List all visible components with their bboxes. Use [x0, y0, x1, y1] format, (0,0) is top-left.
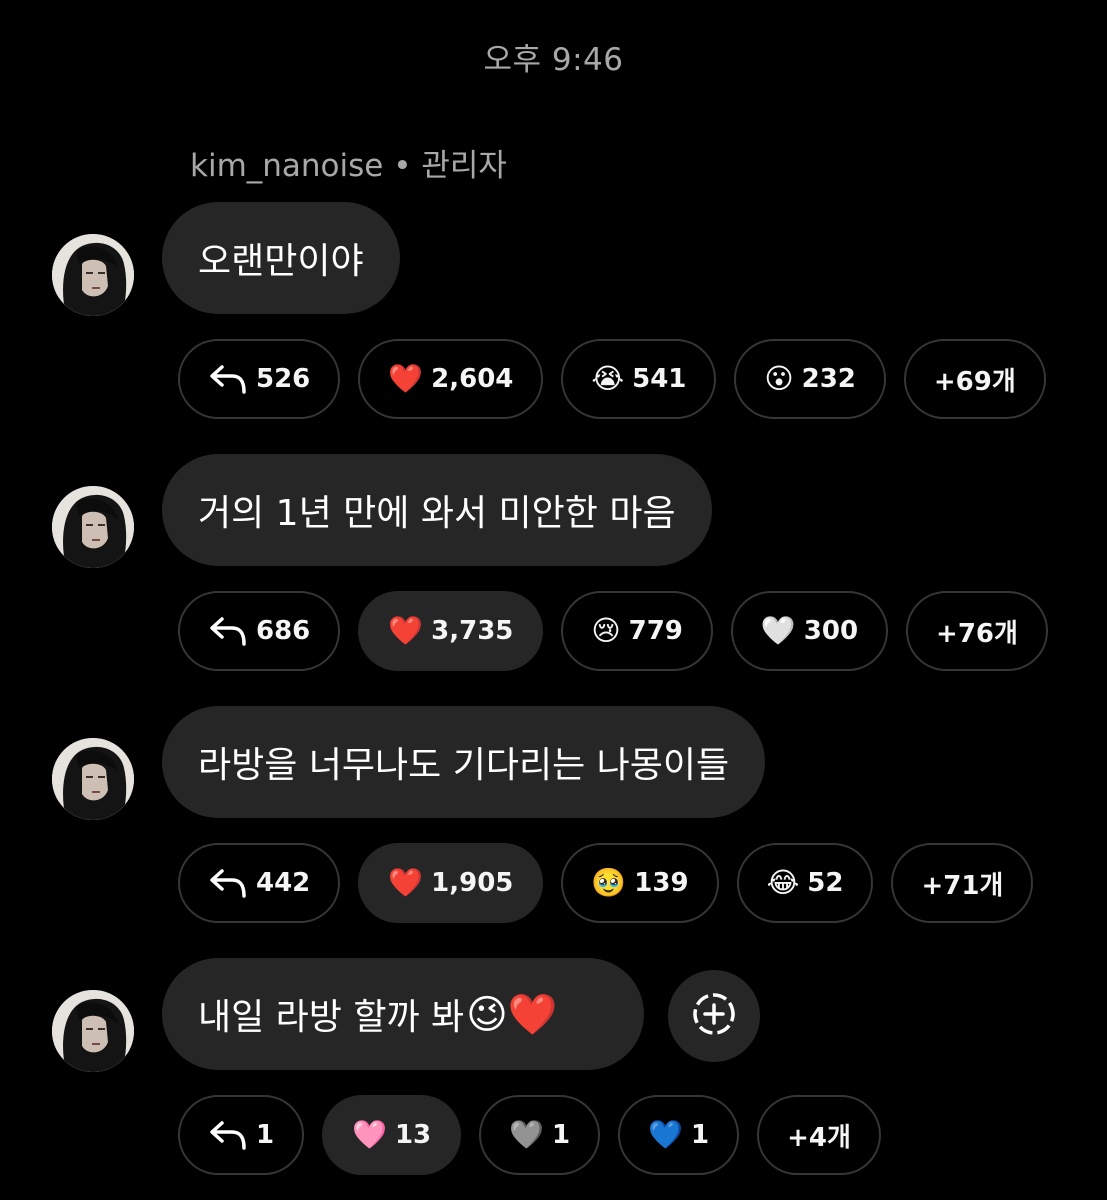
reaction-count: 232 [801, 364, 856, 394]
tears-of-joy-icon: 😂 [766, 866, 800, 899]
white-heart-icon: 🤍 [760, 614, 796, 647]
reply-arrow-icon [208, 615, 248, 647]
message-bubble[interactable]: 거의 1년 만에 와서 미안한 마음 [162, 454, 712, 566]
reaction-count: 1 [691, 1120, 710, 1150]
reaction-count: 139 [634, 868, 689, 898]
add-reaction-icon [690, 990, 738, 1042]
reply-arrow-icon [208, 1119, 248, 1151]
blue-heart-icon: 💙 [648, 1118, 683, 1151]
reaction-count: 2,604 [431, 364, 514, 394]
more-reactions-count: +4개 [787, 1122, 851, 1153]
avatar[interactable] [52, 990, 134, 1072]
avatar[interactable] [52, 486, 134, 568]
reaction-bar: 686 ❤️ 3,735 😢 779 🤍 300 +76개 [178, 591, 1048, 671]
more-reactions-count: +76개 [936, 618, 1018, 649]
reaction-count: 1 [552, 1120, 571, 1150]
reaction-bar: 1 🩷 13 🩶 1 💙 1 +4개 [178, 1095, 881, 1175]
reaction-count: 541 [632, 364, 687, 394]
message-text: 라방을 너무나도 기다리는 나몽이들 [198, 745, 730, 786]
reply-arrow-icon [208, 363, 248, 395]
reaction-white-heart[interactable]: 🤍 300 [730, 591, 889, 671]
reaction-count: 52 [807, 868, 844, 898]
message-row: 라방을 너무나도 기다리는 나몽이들 442 ❤️ 1,905 🥹 139 😂 … [0, 706, 1107, 946]
reaction-sad[interactable]: 😢 779 [561, 591, 713, 671]
message-text: 오랜만이야 [198, 241, 364, 282]
open-mouth-face-icon: 😮 [764, 362, 794, 395]
sender-separator: • [393, 148, 412, 184]
reaction-heart[interactable]: ❤️ 2,604 [358, 339, 544, 419]
message-row: 거의 1년 만에 와서 미안한 마음 686 ❤️ 3,735 😢 779 🤍 … [0, 454, 1107, 694]
reply-count-button[interactable]: 1 [178, 1095, 305, 1175]
holding-back-tears-icon: 🥹 [591, 866, 627, 899]
reaction-surprised[interactable]: 😮 232 [734, 339, 886, 419]
sender-header: kim_nanoise • 관리자 [190, 140, 507, 185]
reaction-bar: 442 ❤️ 1,905 🥹 139 😂 52 +71개 [178, 843, 1034, 923]
sender-role: 관리자 [421, 148, 507, 184]
message-row: 내일 라방 할까 봐 😉❤️ 1 🩷 13 🩶 1 💙 1 +4개 [0, 958, 1107, 1198]
reply-count: 442 [256, 868, 311, 898]
crying-face-icon: 😢 [591, 614, 621, 647]
more-reactions-button[interactable]: +69개 [903, 339, 1046, 419]
message-text: 거의 1년 만에 와서 미안한 마음 [198, 493, 676, 534]
timestamp: 오후 9:46 [483, 42, 624, 78]
message-bubble[interactable]: 내일 라방 할까 봐 😉❤️ [162, 958, 644, 1070]
reaction-count: 300 [803, 616, 859, 646]
reaction-count: 13 [394, 1120, 432, 1150]
message-text: 내일 라방 할까 봐 [198, 997, 465, 1038]
message-bubble[interactable]: 오랜만이야 [162, 202, 400, 314]
more-reactions-button[interactable]: +76개 [906, 591, 1048, 671]
reaction-heart[interactable]: ❤️ 1,905 [358, 843, 544, 923]
red-heart-icon: ❤️ [388, 866, 424, 899]
reply-count: 686 [256, 616, 311, 646]
more-reactions-count: +71개 [921, 870, 1004, 901]
pink-heart-icon: 🩷 [352, 1118, 387, 1151]
reply-count-button[interactable]: 526 [178, 339, 341, 419]
reaction-count: 3,735 [431, 616, 514, 646]
reaction-count: 1,905 [431, 868, 514, 898]
reply-count: 1 [256, 1120, 275, 1150]
more-reactions-count: +69개 [933, 366, 1016, 397]
reaction-bar: 526 ❤️ 2,604 😭 541 😮 232 +69개 [178, 339, 1046, 419]
reaction-pink-heart[interactable]: 🩷 13 [322, 1095, 462, 1175]
add-reaction-button[interactable] [668, 970, 760, 1062]
message-bubble[interactable]: 라방을 너무나도 기다리는 나몽이들 [162, 706, 766, 818]
red-heart-icon: ❤️ [388, 614, 424, 647]
red-heart-icon: ❤️ [388, 362, 424, 395]
reaction-blue-heart[interactable]: 💙 1 [618, 1095, 740, 1175]
more-reactions-button[interactable]: +71개 [891, 843, 1034, 923]
reply-count-button[interactable]: 442 [178, 843, 341, 923]
reply-count: 526 [256, 364, 311, 394]
reaction-grey-heart[interactable]: 🩶 1 [479, 1095, 601, 1175]
loudly-crying-face-icon: 😭 [591, 362, 625, 395]
message-row: 오랜만이야 526 ❤️ 2,604 😭 541 😮 232 +69개 [0, 202, 1107, 442]
more-reactions-button[interactable]: +4개 [757, 1095, 881, 1175]
sender-username[interactable]: kim_nanoise [190, 148, 383, 184]
reaction-count: 779 [628, 616, 683, 646]
avatar[interactable] [52, 738, 134, 820]
grey-heart-icon: 🩶 [509, 1118, 545, 1151]
reaction-crying[interactable]: 😭 541 [561, 339, 717, 419]
wink-heart-emoji: 😉❤️ [466, 991, 558, 1038]
reaction-heart[interactable]: ❤️ 3,735 [358, 591, 544, 671]
avatar[interactable] [52, 234, 134, 316]
reaction-laughing[interactable]: 😂 52 [736, 843, 874, 923]
reaction-teary[interactable]: 🥹 139 [561, 843, 719, 923]
reply-arrow-icon [208, 867, 248, 899]
reply-count-button[interactable]: 686 [178, 591, 341, 671]
